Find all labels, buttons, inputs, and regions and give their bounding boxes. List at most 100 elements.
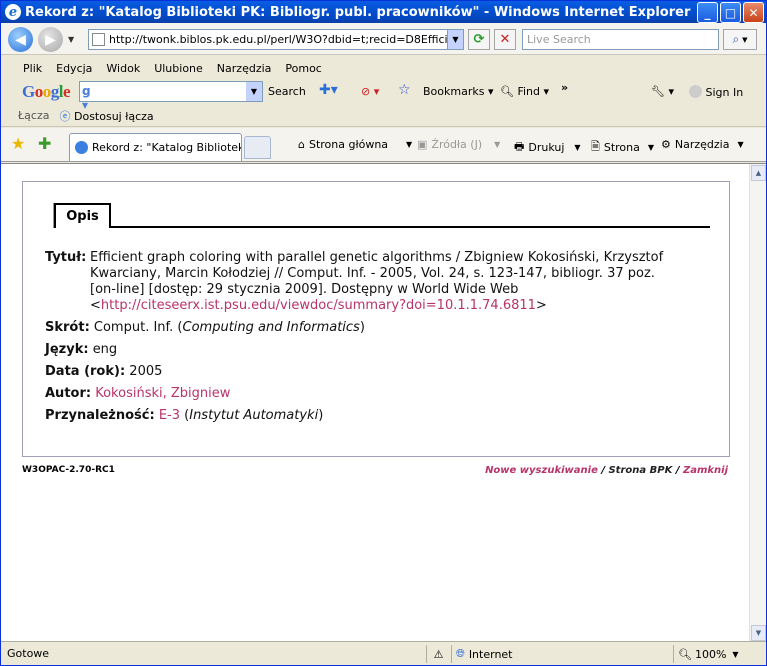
home-button[interactable]: ⌂ Strona główna ▼ xyxy=(298,138,412,151)
url-text: http://twonk.biblos.pk.edu.pl/perl/W3O?d… xyxy=(109,33,464,46)
tab-underline xyxy=(54,226,710,228)
bookmarks-button[interactable]: Bookmarks ▾ xyxy=(423,85,494,98)
affiliation-field: Przynależność: E-3 (Instytut Automatyki) xyxy=(45,408,324,423)
google-search-button[interactable]: Search xyxy=(268,85,306,98)
address-field[interactable]: http://twonk.biblos.pk.edu.pl/perl/W3O?d… xyxy=(88,29,464,50)
search-input[interactable]: Live Search xyxy=(522,29,719,50)
ie-page-icon: ⓔ xyxy=(59,109,71,123)
add-favorites-icon[interactable]: ✚ xyxy=(38,134,51,153)
feeds-button[interactable]: ▣ Źródła (J) ▼ xyxy=(417,138,500,151)
abbr-value: Comput. Inf. xyxy=(93,320,174,335)
menu-item-plik[interactable]: Plik xyxy=(23,62,42,75)
page-label: Strona xyxy=(603,141,640,154)
page-content: Opis Tytuł: Efficient graph coloring wit… xyxy=(1,163,766,642)
abbr-full: Computing and Informatics xyxy=(182,320,360,335)
chevron-down-icon[interactable]: ▼ xyxy=(447,30,463,49)
lang-value: eng xyxy=(92,342,118,357)
status-text: Gotowe xyxy=(7,647,50,660)
close-link[interactable]: Zamknij xyxy=(683,465,728,476)
refresh-button[interactable]: ⟳ xyxy=(468,29,490,50)
google-search-input[interactable]: g ▾ ▼ xyxy=(79,81,263,112)
history-dropdown-icon[interactable]: ▼ xyxy=(68,35,74,44)
new-search-link[interactable]: Nowe wyszukiwanie xyxy=(485,465,598,476)
online-link[interactable]: http://citeseerx.ist.psu.edu/viewdoc/sum… xyxy=(101,298,536,313)
forward-button[interactable]: ▶ xyxy=(38,27,63,52)
window-title: Rekord z: "Katalog Biblioteki PK: Biblio… xyxy=(25,4,691,20)
links-item-customize[interactable]: ⓔ Dostosuj łącza xyxy=(60,108,154,124)
scroll-down-icon[interactable]: ▼ xyxy=(751,625,766,641)
tab-title: Rekord z: "Katalog Biblioteki... xyxy=(92,141,242,154)
feeds-label: Źródła (J) xyxy=(431,138,483,151)
home-icon: ⌂ xyxy=(298,138,305,151)
back-button[interactable]: ◀ xyxy=(8,27,33,52)
menu-item-widok[interactable]: Widok xyxy=(106,62,140,75)
author-link[interactable]: Kokosiński, Zbigniew xyxy=(95,386,230,401)
print-label: Drukuj xyxy=(528,141,565,154)
signin-label: Sign In xyxy=(705,86,744,99)
gear-icon: ⚙ xyxy=(661,138,671,151)
home-bpk-link[interactable]: Strona BPK xyxy=(608,465,672,476)
settings-wrench-icon[interactable]: 🔧︎ ▾ xyxy=(651,85,674,98)
ie-logo-icon: e xyxy=(5,4,21,20)
new-tab-button[interactable] xyxy=(244,136,271,159)
home-label: Strona główna xyxy=(308,138,389,151)
add-icon[interactable]: ✚▾ xyxy=(319,82,338,98)
status-bar: Gotowe ⚠ 🌐︎ Internet 🔍︎ 100% ▼ xyxy=(1,641,766,665)
affil-label: Przynależność: xyxy=(45,408,155,423)
title-bar: e Rekord z: "Katalog Biblioteki PK: Bibl… xyxy=(1,1,766,23)
favorites-star-icon[interactable]: ★ xyxy=(11,134,25,153)
globe-icon: 🌐︎ xyxy=(456,647,465,660)
footer-sep: / xyxy=(675,465,680,476)
close-button[interactable]: ✕ xyxy=(743,2,764,23)
tools-label: Narzędzia xyxy=(674,138,730,151)
affil-code-link[interactable]: E-3 xyxy=(159,408,180,423)
search-button[interactable]: ⌕ ▼ xyxy=(723,29,757,50)
abbr-label: Skrót: xyxy=(45,320,90,335)
zoom-control[interactable]: 🔍︎ 100% ▼ xyxy=(673,645,753,663)
title-field: Tytuł: Efficient graph coloring with par… xyxy=(45,250,715,314)
popup-blocker-icon[interactable]: ⊘ ▾ xyxy=(361,85,379,98)
google-logo: Google xyxy=(22,82,71,101)
footer-sep: / xyxy=(601,465,605,476)
zoom-icon: 🔍︎ xyxy=(678,647,692,661)
tools-button[interactable]: ⚙ Narzędzia ▼ xyxy=(661,138,744,151)
ie-tab-icon xyxy=(75,141,88,154)
chevron-down-icon[interactable]: ▼ xyxy=(246,82,262,101)
search-icon: ⌕ xyxy=(732,32,740,46)
find-label: Find xyxy=(517,85,541,98)
stop-button[interactable]: ✕ xyxy=(494,29,516,50)
browser-window: e Rekord z: "Katalog Biblioteki PK: Bibl… xyxy=(0,0,767,666)
tab-record[interactable]: Rekord z: "Katalog Biblioteki... xyxy=(69,133,242,161)
title-line-3: [on-line] [dostęp: 29 stycznia 2009]. Do… xyxy=(90,282,519,297)
print-button[interactable]: 🖶︎ Drukuj ▼ xyxy=(514,138,581,157)
feeds-icon: ▣ xyxy=(417,138,428,151)
date-value: 2005 xyxy=(129,364,163,379)
tab-opis[interactable]: Opis xyxy=(54,203,111,228)
maximize-button[interactable]: □ xyxy=(720,2,741,23)
printer-icon: 🖶︎ xyxy=(514,140,525,153)
author-label: Autor: xyxy=(45,386,92,401)
lang-field: Język: eng xyxy=(45,342,117,358)
menu-item-narzedzia[interactable]: Narzędzia xyxy=(217,62,272,75)
menu-item-edycja[interactable]: Edycja xyxy=(56,62,92,75)
menu-item-ulubione[interactable]: Ulubione xyxy=(154,62,203,75)
find-button[interactable]: 🔍︎ Find ▾ xyxy=(500,85,549,98)
version-label: W3OPAC-2.70-RC1 xyxy=(22,465,115,475)
more-button[interactable]: » xyxy=(561,81,568,94)
page-button[interactable]: 🗎︎ Strona ▼ xyxy=(591,138,654,157)
find-icon: 🔍︎ xyxy=(500,85,514,98)
sign-in-button[interactable]: Sign In xyxy=(689,85,743,99)
menu-item-pomoc[interactable]: Pomoc xyxy=(285,62,321,75)
star-icon: ☆ xyxy=(398,82,411,98)
affil-name: Instytut Automatyki xyxy=(189,408,319,423)
vertical-scrollbar[interactable]: ▲ ▼ xyxy=(749,164,766,642)
scroll-up-icon[interactable]: ▲ xyxy=(751,165,766,181)
footer-links: Nowe wyszukiwanie / Strona BPK / Zamknij xyxy=(485,465,728,476)
page-icon: 🗎︎ xyxy=(591,140,600,153)
links-item-label: Dostosuj łącza xyxy=(74,109,154,123)
links-bar: Łącza ⓔ Dostosuj łącza xyxy=(1,105,766,127)
page-icon xyxy=(92,33,105,46)
minimize-button[interactable]: _ xyxy=(697,2,718,23)
zone-indicator: 🌐︎ Internet xyxy=(451,645,671,663)
title-line-1: Efficient graph coloring with parallel g… xyxy=(90,250,664,265)
